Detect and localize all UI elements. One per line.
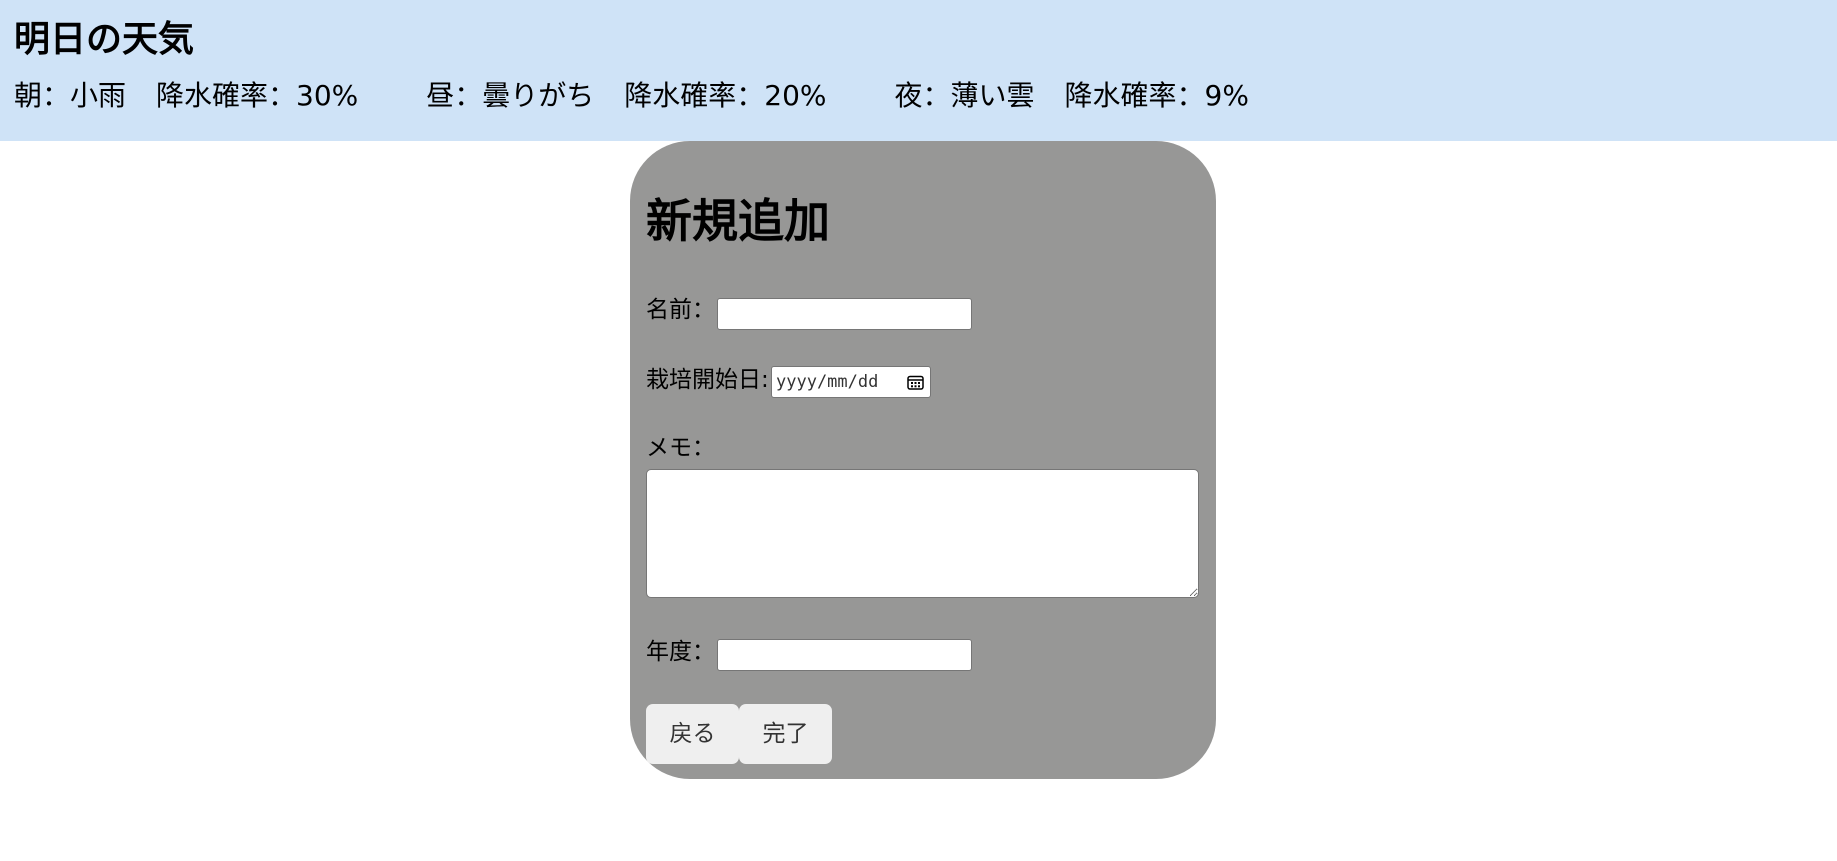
weather-title: 明日の天気	[14, 19, 195, 60]
weather-noon-rain: 降水確率：20%	[624, 79, 827, 112]
form-title: 新規追加	[646, 194, 830, 248]
memo-label: メモ：	[646, 435, 715, 461]
year-input[interactable]	[717, 639, 972, 671]
year-label: 年度：	[646, 639, 715, 665]
weather-forecast: 朝：小雨 降水確率：30% 昼：曇りがち 降水確率：20% 夜：薄い雲 降水確率：9%	[14, 76, 1249, 116]
weather-morning: 朝：小雨	[14, 79, 127, 112]
weather-night-rain: 降水確率：9%	[1064, 79, 1249, 112]
start-date-input[interactable]: yyyy/mm/dd	[771, 366, 931, 398]
memo-textarea[interactable]	[646, 469, 1199, 598]
weather-banner: 明日の天気 朝：小雨 降水確率：30% 昼：曇りがち 降水確率：20% 夜：薄い雲 降水確…	[0, 0, 1837, 141]
back-button[interactable]: 戻る	[646, 704, 739, 764]
name-label: 名前：	[646, 297, 715, 323]
add-form-card: 新規追加 名前： 栽培開始日: yyyy/mm/dd メモ： 年度： 戻る 完了	[630, 141, 1216, 779]
calendar-icon[interactable]	[907, 375, 924, 390]
weather-night: 夜：薄い雲	[894, 79, 1035, 112]
weather-noon: 昼：曇りがち	[426, 79, 595, 112]
date-placeholder: yyyy/mm/dd	[776, 372, 879, 392]
start-date-label: 栽培開始日:	[646, 367, 769, 393]
name-input[interactable]	[717, 298, 972, 330]
done-button[interactable]: 完了	[739, 704, 832, 764]
weather-morning-rain: 降水確率：30%	[156, 79, 359, 112]
